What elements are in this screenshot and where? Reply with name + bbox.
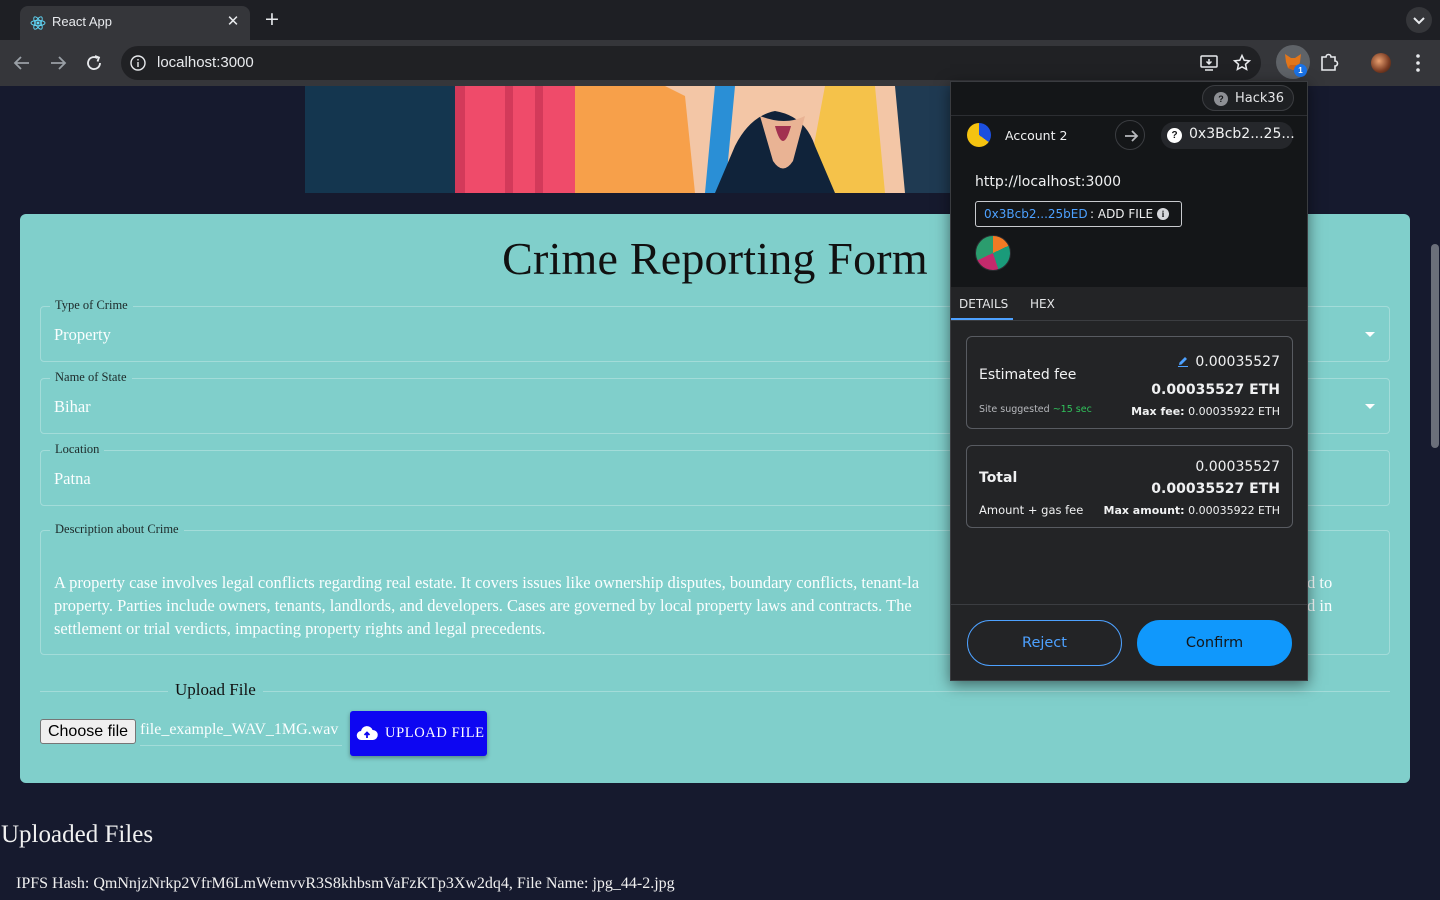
site-info-icon[interactable] <box>129 54 147 72</box>
address-bar[interactable]: localhost:3000 <box>121 46 1261 80</box>
site-suggested: Site suggested ~15 sec <box>979 404 1092 415</box>
estimated-fee-eth: 0.00035527 ETH <box>1151 382 1280 398</box>
max-amount-value: 0.00035922 ETH <box>1188 504 1280 517</box>
extensions-button[interactable] <box>1312 45 1346 79</box>
forward-icon[interactable] <box>46 51 70 75</box>
edit-pencil-icon[interactable] <box>1177 355 1189 367</box>
info-icon[interactable]: i <box>1157 208 1169 220</box>
notification-badge: 1 <box>1294 64 1307 77</box>
arrow-right-icon <box>1115 120 1145 150</box>
tab-strip: React App ✕ + <box>0 0 1440 40</box>
contract-method[interactable]: 0x3Bcb2...25bED : ADD FILE i <box>975 201 1182 227</box>
back-icon[interactable] <box>10 51 34 75</box>
reject-button[interactable]: Reject <box>967 620 1122 666</box>
location-label: Location <box>50 442 105 457</box>
description-label: Description about Crime <box>50 522 184 537</box>
selected-file-name: file_example_WAV_1MG.wav <box>140 721 339 738</box>
request-origin: http://localhost:3000 <box>975 174 1122 190</box>
description-line-end: d in <box>1307 596 1333 615</box>
tab-search-button[interactable] <box>1406 7 1432 33</box>
metamask-popup: ? Hack36 Account 2 ? 0x3Bcb2...25... htt… <box>950 81 1308 681</box>
upload-button-label: UPLOAD FILE <box>385 725 485 741</box>
header-illustration <box>305 86 965 193</box>
recipient-address-text: 0x3Bcb2...25... <box>1189 126 1295 142</box>
metamask-extension-button[interactable]: 1 <box>1276 45 1310 79</box>
max-fee: Max fee: 0.00035922 ETH <box>1131 405 1280 418</box>
file-input-underline <box>140 745 342 746</box>
total-label: Total <box>979 470 1018 486</box>
site-identicon <box>975 235 1011 271</box>
divider <box>951 604 1307 605</box>
location-value[interactable]: Patna <box>54 469 91 489</box>
max-amount-label: Max amount: <box>1103 504 1185 517</box>
description-line: settlement or trial verdicts, impacting … <box>54 619 546 638</box>
unknown-contract-icon: ? <box>1167 128 1182 143</box>
recipient-address[interactable]: ? 0x3Bcb2...25... <box>1161 122 1295 149</box>
confirm-button[interactable]: Confirm <box>1137 620 1292 666</box>
dropdown-arrow-icon[interactable] <box>1365 404 1375 409</box>
browser-toolbar: localhost:3000 1 <box>0 40 1440 86</box>
site-suggested-label: Site suggested <box>979 404 1050 415</box>
tab-details[interactable]: DETAILS <box>959 297 1008 311</box>
browser-tab[interactable]: React App ✕ <box>20 6 250 40</box>
puzzle-icon <box>1321 53 1339 71</box>
chevron-down-icon <box>1413 17 1425 25</box>
active-tab-indicator <box>951 318 1013 320</box>
details-tabs: DETAILS HEX <box>951 287 1307 321</box>
estimated-fee-box: Estimated fee 0.00035527 0.00035527 ETH … <box>966 336 1293 429</box>
estimated-fee-label: Estimated fee <box>979 367 1077 383</box>
upload-label: Upload File <box>168 680 263 700</box>
estimated-fee-value: 0.00035527 <box>1195 354 1280 370</box>
total-box: Total 0.00035527 0.00035527 ETH Amount +… <box>966 445 1293 528</box>
estimated-time: ~15 sec <box>1052 404 1092 415</box>
page-scrollbar[interactable] <box>1430 86 1440 900</box>
account-name: Account 2 <box>1005 128 1068 143</box>
dropdown-arrow-icon[interactable] <box>1365 332 1375 337</box>
tab-hex[interactable]: HEX <box>1030 297 1055 311</box>
max-fee-value: 0.00035922 ETH <box>1188 405 1280 418</box>
upload-file-button[interactable]: UPLOAD FILE <box>350 711 487 756</box>
divider <box>951 115 1307 116</box>
uploaded-files-heading: Uploaded Files <box>1 821 154 848</box>
tab-title: React App <box>52 14 112 29</box>
close-tab-icon[interactable]: ✕ <box>224 12 242 30</box>
max-fee-label: Max fee: <box>1131 405 1185 418</box>
cloud-upload-icon <box>356 726 378 741</box>
url-text[interactable]: localhost:3000 <box>157 54 254 71</box>
state-value: Bihar <box>54 397 91 416</box>
profile-avatar[interactable] <box>1371 53 1391 73</box>
network-name: Hack36 <box>1235 91 1284 106</box>
metamask-header: ? Hack36 Account 2 ? 0x3Bcb2...25... htt… <box>951 82 1307 287</box>
total-sub-label: Amount + gas fee <box>979 503 1084 517</box>
description-line: property. Parties include owners, tenant… <box>54 596 912 615</box>
scrollbar-thumb[interactable] <box>1431 244 1439 448</box>
network-icon: ? <box>1214 92 1228 106</box>
uploaded-file-item: IPFS Hash: QmNnjzNrkp2VfrM6LmWemvvR3S8kh… <box>16 875 675 892</box>
new-tab-icon[interactable]: + <box>262 9 282 29</box>
react-icon <box>30 16 46 30</box>
account-avatar <box>967 123 991 147</box>
bookmark-star-icon[interactable] <box>1232 53 1252 73</box>
more-menu-icon[interactable] <box>1409 52 1427 74</box>
method-name: : ADD FILE <box>1090 207 1154 221</box>
description-line-end: d to <box>1307 573 1333 592</box>
choose-file-button[interactable]: Choose file <box>40 719 136 744</box>
network-selector[interactable]: ? Hack36 <box>1202 85 1294 111</box>
total-eth: 0.00035527 ETH <box>1151 481 1280 497</box>
crime-type-value: Property <box>54 325 111 344</box>
state-label: Name of State <box>50 370 132 385</box>
estimated-fee-edit[interactable]: 0.00035527 <box>1177 354 1280 370</box>
reload-icon[interactable] <box>82 51 106 75</box>
illustration-image <box>305 86 965 193</box>
description-line: A property case involves legal conflicts… <box>54 573 920 592</box>
crime-type-label: Type of Crime <box>50 298 133 313</box>
install-app-icon[interactable] <box>1199 53 1219 73</box>
max-amount: Max amount: 0.00035922 ETH <box>1104 504 1280 517</box>
contract-address-link[interactable]: 0x3Bcb2...25bED <box>984 207 1088 221</box>
total-value: 0.00035527 <box>1195 459 1280 475</box>
